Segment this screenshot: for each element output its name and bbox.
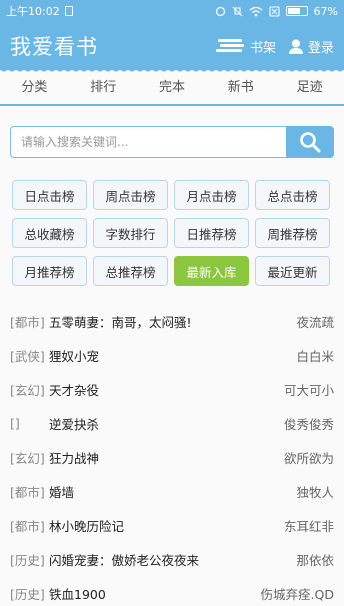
book-row[interactable]: [武侠] 狸奴小宠 白白米 <box>0 338 344 372</box>
book-author: 俊秀俊秀 <box>283 416 334 432</box>
tab-history[interactable]: 足迹 <box>275 74 344 104</box>
book-title[interactable]: 林小晚历险记 <box>49 516 278 535</box>
rank-total-recommend[interactable]: 总推荐榜 <box>93 256 168 286</box>
search-bar: 请输入搜索关键词... <box>10 126 334 158</box>
rank-newest-added[interactable]: 最新入库 <box>174 256 249 286</box>
book-author: 独牧人 <box>296 484 334 500</box>
book-title[interactable]: 狂力战神 <box>49 448 278 467</box>
book-title[interactable]: 狸奴小宠 <box>49 346 290 365</box>
mute-icon <box>232 6 242 16</box>
tab-divider <box>0 104 344 106</box>
book-list: [都市] 五零萌妻：南哥，太闷骚! 夜流疏 [武侠] 狸奴小宠 白白米 [玄幻]… <box>0 304 344 606</box>
rank-daily-clicks[interactable]: 日点击榜 <box>12 180 87 210</box>
book-category: [都市] <box>10 518 45 534</box>
wifi-icon <box>249 6 262 16</box>
rank-monthly-recommend[interactable]: 月推荐榜 <box>12 256 87 286</box>
book-row[interactable]: [历史] 闪婚宠妻：傲娇老公夜夜来 那依依 <box>0 542 344 576</box>
book-author: 欲所欲为 <box>283 450 334 466</box>
book-row[interactable]: [玄幻] 天才杂役 可大可小 <box>0 372 344 406</box>
battery-percent: 67% <box>313 4 338 18</box>
rank-recently-updated[interactable]: 最近更新 <box>255 256 330 286</box>
tab-new-books[interactable]: 新书 <box>206 74 275 104</box>
book-row[interactable]: [都市] 五零萌妻：南哥，太闷骚! 夜流疏 <box>0 304 344 338</box>
rank-daily-recommend[interactable]: 日推荐榜 <box>174 218 249 248</box>
rank-total-favorites[interactable]: 总收藏榜 <box>12 218 87 248</box>
rank-total-clicks[interactable]: 总点击榜 <box>255 180 330 210</box>
book-row[interactable]: [历史] 铁血1900 伤城弃痊.QD <box>0 576 344 606</box>
book-title[interactable]: 天才杂役 <box>49 380 278 399</box>
book-category: [玄幻] <box>10 450 45 466</box>
book-author: 东耳红非 <box>283 518 334 534</box>
bookshelf-icon <box>215 39 244 52</box>
status-bar: 上午10:02 67% <box>0 0 344 22</box>
bookshelf-label: 书架 <box>249 40 276 56</box>
book-title[interactable]: 五零萌妻：南哥，太闷骚! <box>49 312 290 331</box>
book-category: [历史] <box>10 586 45 602</box>
tab-completed[interactable]: 完本 <box>138 74 207 104</box>
book-category: [] <box>10 415 20 431</box>
rank-weekly-recommend[interactable]: 周推荐榜 <box>255 218 330 248</box>
book-row[interactable]: [玄幻] 狂力战神 欲所欲为 <box>0 440 344 474</box>
search-button[interactable] <box>286 126 334 158</box>
book-category: [都市] <box>10 314 45 330</box>
tab-bar: 分类 排行 完本 新书 足迹 <box>0 74 344 104</box>
rank-monthly-clicks[interactable]: 月点击榜 <box>174 180 249 210</box>
book-row[interactable]: [都市] 林小晚历险记 东耳红非 <box>0 508 344 542</box>
book-row[interactable]: [] 逆爱抉杀 俊秀俊秀 <box>0 406 344 440</box>
book-author: 伤城弃痊.QD <box>260 586 334 602</box>
rank-weekly-clicks[interactable]: 周点击榜 <box>93 180 168 210</box>
battery-icon <box>285 6 308 16</box>
book-author: 那依依 <box>296 552 334 568</box>
search-icon <box>300 132 321 153</box>
bookshelf-button[interactable]: 书架 <box>215 37 276 56</box>
sim-card-icon <box>64 6 73 16</box>
book-row[interactable]: [都市] 婚墙 独牧人 <box>0 474 344 508</box>
rank-word-count[interactable]: 字数排行 <box>93 218 168 248</box>
book-author: 夜流疏 <box>296 314 334 330</box>
book-title[interactable]: 逆爱抉杀 <box>49 414 278 433</box>
book-author: 可大可小 <box>283 382 334 398</box>
book-title[interactable]: 铁血1900 <box>49 584 255 603</box>
user-icon <box>288 39 303 54</box>
app-title: 我爱看书 <box>10 35 98 59</box>
no-sim-icon <box>268 5 280 17</box>
ranking-grid: 日点击榜 周点击榜 月点击榜 总点击榜 总收藏榜 字数排行 日推荐榜 周推荐榜 … <box>12 180 334 286</box>
app-header: 我爱看书 书架 登录 <box>0 22 344 70</box>
sync-icon <box>215 6 225 16</box>
search-input[interactable]: 请输入搜索关键词... <box>10 126 286 158</box>
book-category: [武侠] <box>10 348 45 364</box>
book-title[interactable]: 闪婚宠妻：傲娇老公夜夜来 <box>49 550 290 569</box>
login-button[interactable]: 登录 <box>288 37 334 56</box>
book-category: [玄幻] <box>10 382 45 398</box>
book-author: 白白米 <box>296 348 334 364</box>
login-label: 登录 <box>307 40 334 56</box>
tab-category[interactable]: 分类 <box>0 74 69 104</box>
status-time: 上午10:02 <box>6 5 60 18</box>
book-category: [都市] <box>10 484 45 500</box>
tab-ranking[interactable]: 排行 <box>69 74 138 104</box>
book-title[interactable]: 婚墙 <box>49 482 290 501</box>
book-category: [历史] <box>10 552 45 568</box>
